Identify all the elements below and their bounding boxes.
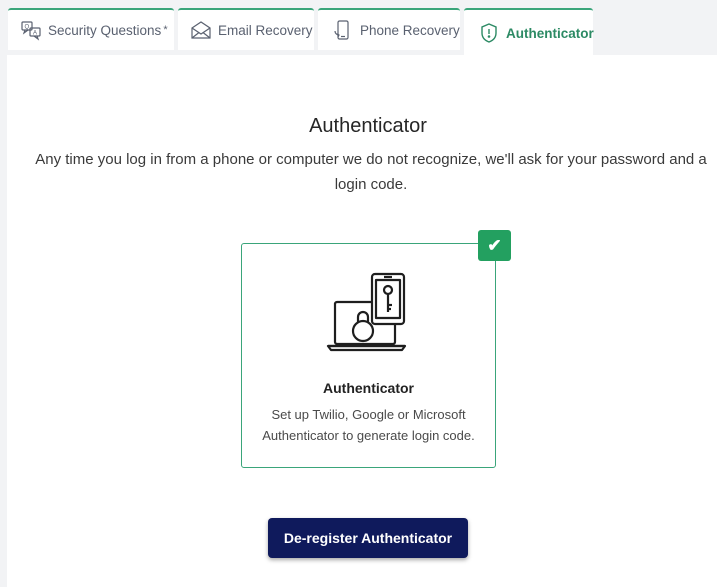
authenticator-panel: Authenticator Any time you log in from a… <box>7 55 717 587</box>
laptop-phone-key-icon <box>325 272 415 354</box>
tab-email-recovery[interactable]: Email Recovery <box>178 8 314 50</box>
tab-phone-recovery[interactable]: Phone Recovery <box>318 8 460 50</box>
shield-icon <box>478 22 500 44</box>
tab-authenticator-label: Authenticator <box>506 25 594 41</box>
deregister-authenticator-button[interactable]: De-register Authenticator <box>268 518 468 558</box>
tab-security-questions-label: Security Questions <box>48 22 162 38</box>
phone-recovery-icon <box>332 19 354 41</box>
svg-text:Q: Q <box>25 25 30 31</box>
authenticator-option-card[interactable]: ✔ Authenticator Set up Twilio, Google or… <box>241 230 511 468</box>
recovery-tabs: Q A Security Questions* Email Recovery <box>0 0 717 56</box>
email-recovery-icon <box>190 19 212 41</box>
check-icon: ✔ <box>478 230 511 261</box>
card-description: Set up Twilio, Google or Microsoft Authe… <box>262 407 475 443</box>
card-title: Authenticator <box>323 380 414 396</box>
security-questions-icon: Q A <box>20 19 42 41</box>
svg-text:A: A <box>33 31 37 37</box>
required-mark: * <box>163 24 168 36</box>
tab-email-recovery-label: Email Recovery <box>218 22 313 38</box>
page-description: Any time you log in from a phone or comp… <box>35 151 707 193</box>
tab-phone-recovery-label: Phone Recovery <box>360 22 460 38</box>
page-title: Authenticator <box>309 115 427 137</box>
tab-authenticator[interactable]: Authenticator <box>464 8 594 56</box>
tab-security-questions[interactable]: Q A Security Questions * <box>8 8 174 50</box>
